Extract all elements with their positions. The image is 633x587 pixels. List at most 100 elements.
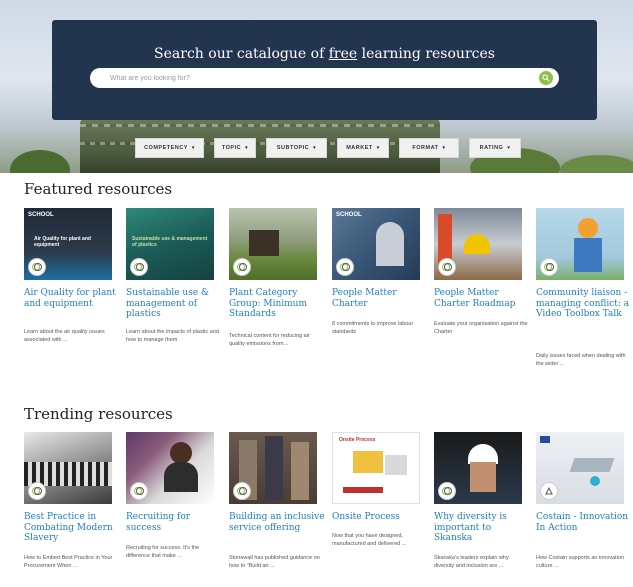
- hero-banner: Search our catalogue of free learning re…: [0, 0, 633, 173]
- machine-illustration: [569, 458, 615, 472]
- resource-description: Stonewall has published guidance on how …: [229, 555, 320, 569]
- rating-badge-icon: [28, 482, 46, 500]
- resource-title-link[interactable]: Community liaison - managing conflict: a…: [536, 288, 632, 320]
- featured-heading: Featured resources: [24, 180, 173, 198]
- filter-label: MARKET: [346, 145, 373, 151]
- resource-description: Daily issues faced when dealing with the…: [536, 353, 626, 367]
- resource-title-link[interactable]: Costain - Innovation In Action: [536, 512, 632, 533]
- filter-bar: COMPETENCY ▾ TOPIC ▾ SUBTOPIC ▾ MARKET ▾ FOR…: [135, 138, 531, 158]
- resource-description: Evaluate your organisation against the C…: [434, 321, 528, 335]
- resource-description: How Costain supports an innovation cultu…: [536, 555, 625, 569]
- search-heading-emphasis: free: [328, 46, 358, 62]
- resource-description: How to Embed Best Practice in Your Procu…: [24, 555, 113, 569]
- filter-format[interactable]: FORMAT ▾: [399, 138, 459, 158]
- filter-label: COMPETENCY: [144, 145, 188, 151]
- thumb-logo: SCHOOL: [28, 212, 54, 218]
- machine-illustration: [590, 476, 600, 486]
- resource-title-link[interactable]: Air Quality for plant and equipment: [24, 288, 120, 309]
- resource-thumbnail[interactable]: [229, 432, 317, 504]
- resource-description: 8 commitments to improve labour standard…: [332, 321, 414, 335]
- filter-label: SUBTOPIC: [276, 145, 310, 151]
- resource-description: Skanska's leaders explain why diversity …: [434, 555, 509, 569]
- filter-topic[interactable]: TOPIC ▾: [214, 138, 256, 158]
- rating-badge-icon: [130, 482, 148, 500]
- resource-description: Technical content for reducing air quali…: [229, 333, 310, 347]
- chevron-down-icon: ▾: [245, 145, 249, 151]
- person-image: [470, 462, 496, 492]
- resource-thumbnail[interactable]: Onsite Process: [332, 432, 420, 504]
- thumb-caption: Onsite Process: [339, 437, 376, 443]
- resource-title-link[interactable]: Onsite Process: [332, 512, 428, 523]
- resource-thumbnail[interactable]: Sustainable use & management of plastics: [126, 208, 214, 280]
- search-heading-prefix: Search our catalogue of: [154, 46, 329, 62]
- resource-thumbnail[interactable]: [434, 208, 522, 280]
- person-image: [291, 442, 309, 500]
- search-icon: [542, 74, 550, 82]
- rating-badge-icon: [336, 258, 354, 276]
- worker-image: [376, 222, 404, 266]
- cartoon-body-image: [574, 238, 602, 272]
- filter-label: FORMAT: [412, 145, 439, 151]
- building-illustration: [385, 455, 407, 475]
- rating-badge-icon: [438, 482, 456, 500]
- rating-badge-icon: [540, 258, 558, 276]
- rating-badge-icon: [233, 482, 251, 500]
- machine-image: [249, 230, 279, 256]
- person-body-image: [164, 462, 198, 492]
- eu-flag-icon: [540, 436, 550, 443]
- hard-hat-image: [464, 234, 490, 254]
- resource-title-link[interactable]: Why diversity is important to Skanska: [434, 512, 530, 544]
- truck-illustration: [343, 487, 383, 493]
- resource-thumbnail[interactable]: [536, 208, 624, 280]
- resource-description: Recruiting for success. It's the differe…: [126, 545, 200, 559]
- filter-market[interactable]: MARKET ▾: [337, 138, 389, 158]
- resource-thumbnail[interactable]: [536, 432, 624, 504]
- filter-label: RATING: [479, 145, 504, 151]
- search-heading: Search our catalogue of free learning re…: [52, 46, 597, 62]
- cartoon-worker-image: [578, 218, 598, 238]
- chevron-down-icon: ▾: [376, 145, 380, 151]
- person-image: [170, 442, 192, 464]
- resource-title-link[interactable]: People Matter Charter: [332, 288, 428, 309]
- resource-thumbnail[interactable]: SCHOOL Air Quality for plant and equipme…: [24, 208, 112, 280]
- search-panel: Search our catalogue of free learning re…: [52, 20, 597, 120]
- thumb-logo: SCHOOL: [336, 212, 362, 218]
- chevron-down-icon: ▾: [313, 145, 317, 151]
- hero-tree: [10, 150, 70, 173]
- rating-badge-icon: [130, 258, 148, 276]
- resource-thumbnail[interactable]: SCHOOL: [332, 208, 420, 280]
- thumb-caption: Air Quality for plant and equipment: [34, 236, 91, 248]
- rating-badge-icon: [540, 482, 558, 500]
- search-button[interactable]: [539, 71, 553, 85]
- resource-thumbnail[interactable]: [229, 208, 317, 280]
- resource-title-link[interactable]: Recruiting for success: [126, 512, 222, 533]
- resource-title-link[interactable]: Plant Category Group: Minimum Standards: [229, 288, 325, 320]
- search-heading-suffix: learning resources: [357, 46, 495, 62]
- resource-thumbnail[interactable]: [126, 432, 214, 504]
- hard-hat-image: [468, 444, 498, 464]
- resource-title-link[interactable]: Building an inclusive service offering: [229, 512, 325, 533]
- hero-tree: [560, 155, 633, 173]
- thumb-caption: Sustainable use & management of plastics: [132, 236, 208, 248]
- resource-title-link[interactable]: Best Practice in Combating Modern Slaver…: [24, 512, 120, 544]
- resource-thumbnail[interactable]: [434, 432, 522, 504]
- resource-thumbnail[interactable]: [24, 432, 112, 504]
- resource-description: Learn about the impacts of plastic and h…: [126, 329, 219, 343]
- rating-badge-icon: [233, 258, 251, 276]
- person-image: [265, 436, 283, 500]
- resource-title-link[interactable]: People Matter Charter Roadmap: [434, 288, 530, 309]
- rating-badge-icon: [28, 258, 46, 276]
- search-input[interactable]: [110, 72, 530, 84]
- rating-badge-icon: [438, 258, 456, 276]
- resource-title-link[interactable]: Sustainable use & management of plastics: [126, 288, 222, 320]
- building-illustration: [353, 451, 383, 473]
- filter-competency[interactable]: COMPETENCY ▾: [135, 138, 204, 158]
- chevron-down-icon: ▾: [442, 145, 446, 151]
- resource-description: Learn about the air quality issues assoc…: [24, 329, 105, 343]
- chevron-down-icon: ▾: [507, 145, 511, 151]
- resource-description: Now that you have designed, manufactured…: [332, 533, 407, 547]
- filter-subtopic[interactable]: SUBTOPIC ▾: [266, 138, 327, 158]
- filter-label: TOPIC: [221, 145, 242, 151]
- filter-rating[interactable]: RATING ▾: [469, 138, 521, 158]
- chevron-down-icon: ▾: [191, 145, 195, 151]
